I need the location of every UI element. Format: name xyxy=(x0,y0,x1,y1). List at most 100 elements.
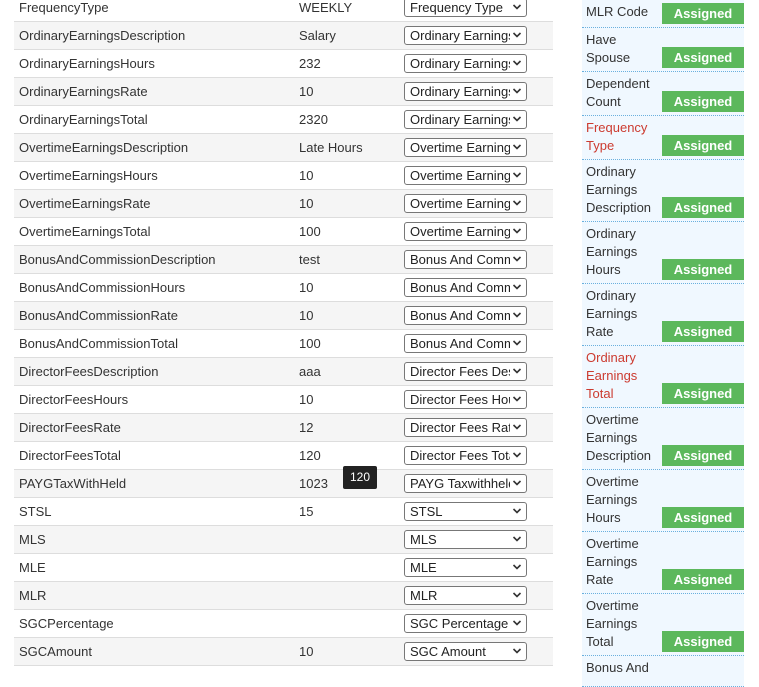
mapping-select[interactable]: Bonus And Commission Total xyxy=(404,334,527,353)
status-label: MLR Code xyxy=(586,4,649,19)
status-label: Ordinary Earnings Rate xyxy=(586,288,638,339)
status-label: Ordinary Earnings Total xyxy=(586,350,638,401)
mapping-select-value: Ordinary Earnings Description xyxy=(410,28,510,43)
assigned-badge: Assigned xyxy=(662,321,744,342)
field-value: 120 xyxy=(299,448,321,463)
chevron-down-icon xyxy=(512,172,522,178)
table-row: BonusAndCommissionHours 10 Bonus And Commi… xyxy=(14,274,553,302)
field-name: BonusAndCommissionHours xyxy=(19,280,186,295)
assigned-badge: Assigned xyxy=(662,3,744,24)
status-label: Have Spouse xyxy=(586,32,631,65)
chevron-down-icon xyxy=(512,256,522,262)
mapping-select[interactable]: Overtime Earnings Hours xyxy=(404,166,527,185)
chevron-down-icon xyxy=(512,620,522,626)
mapping-select[interactable]: MLS xyxy=(404,530,527,549)
status-item: Bonus And xyxy=(582,656,744,687)
field-value: Late Hours xyxy=(299,140,363,155)
field-value: 10 xyxy=(299,168,314,183)
mapping-select-value: Director Fees Hours xyxy=(410,392,510,407)
field-value: 232 xyxy=(299,56,321,71)
chevron-down-icon xyxy=(512,648,522,654)
status-item: Ordinary Earnings Description Assigned xyxy=(582,160,744,222)
status-label: Frequency Type xyxy=(586,120,648,153)
field-name: DirectorFeesTotal xyxy=(19,448,121,463)
mapping-select-value: Ordinary Earnings Total xyxy=(410,112,510,127)
chevron-down-icon xyxy=(512,480,522,486)
field-name: OvertimeEarningsHours xyxy=(19,168,158,183)
status-label: Overtime Earnings Description xyxy=(586,412,652,463)
chevron-down-icon xyxy=(512,396,522,402)
table-row: OvertimeEarningsTotal 100 Overtime Earning… xyxy=(14,218,553,246)
field-name: OrdinaryEarningsRate xyxy=(19,84,148,99)
mapping-select[interactable]: Ordinary Earnings Hours xyxy=(404,54,527,73)
status-label: Overtime Earnings Total xyxy=(586,598,639,649)
chevron-down-icon xyxy=(512,116,522,122)
status-label: Ordinary Earnings Description xyxy=(586,164,652,215)
chevron-down-icon xyxy=(512,368,522,374)
mapping-select[interactable]: MLR xyxy=(404,586,527,605)
field-value: aaa xyxy=(299,364,321,379)
status-label: Dependent Count xyxy=(586,76,650,109)
field-name: STSL xyxy=(19,504,52,519)
chevron-down-icon xyxy=(512,60,522,66)
mapping-select[interactable]: SGC Amount xyxy=(404,642,527,661)
mapping-select-value: Ordinary Earnings Hours xyxy=(410,56,510,71)
mapping-select[interactable]: Director Fees Rate xyxy=(404,418,527,437)
mapping-select[interactable]: Frequency Type xyxy=(404,0,527,17)
mapping-select[interactable]: Director Fees Description xyxy=(404,362,527,381)
field-value: test xyxy=(299,252,320,267)
mapping-select[interactable]: Bonus And Commission Hours xyxy=(404,278,527,297)
field-value: 10 xyxy=(299,280,314,295)
mapping-select[interactable]: Director Fees Total xyxy=(404,446,527,465)
mapping-select[interactable]: MLE xyxy=(404,558,527,577)
chevron-down-icon xyxy=(512,452,522,458)
chevron-down-icon xyxy=(512,592,522,598)
status-item: Ordinary Earnings Hours Assigned xyxy=(582,222,744,284)
field-name: BonusAndCommissionTotal xyxy=(19,336,178,351)
field-name: SGCPercentage xyxy=(19,616,114,631)
mapping-select[interactable]: Director Fees Hours xyxy=(404,390,527,409)
field-name: MLE xyxy=(19,560,46,575)
table-row: MLE MLE xyxy=(14,554,553,582)
field-name: MLR xyxy=(19,588,47,603)
mapping-select[interactable]: Bonus And Commission Description xyxy=(404,250,527,269)
assigned-badge: Assigned xyxy=(662,47,744,68)
mapping-select-value: Bonus And Commission Description xyxy=(410,252,510,267)
chevron-down-icon xyxy=(512,312,522,318)
chevron-down-icon xyxy=(512,4,522,10)
mapping-select[interactable]: STSL xyxy=(404,502,527,521)
field-name: OvertimeEarningsTotal xyxy=(19,224,151,239)
assigned-badge: Assigned xyxy=(662,135,744,156)
mapping-select[interactable]: Ordinary Earnings Total xyxy=(404,110,527,129)
chevron-down-icon xyxy=(512,32,522,38)
field-value: 10 xyxy=(299,392,314,407)
status-label: Bonus And xyxy=(586,660,649,675)
assigned-badge: Assigned xyxy=(662,383,744,404)
chevron-down-icon xyxy=(512,284,522,290)
mapping-select[interactable]: Ordinary Earnings Rate xyxy=(404,82,527,101)
table-row: OrdinaryEarningsHours 232 Ordinary Earning… xyxy=(14,50,553,78)
field-name: OrdinaryEarningsTotal xyxy=(19,112,148,127)
status-item: Ordinary Earnings Total Assigned xyxy=(582,346,744,408)
table-row: OrdinaryEarningsDescription Salary Ordinar… xyxy=(14,22,553,50)
mapping-select-value: Director Fees Total xyxy=(410,448,510,463)
mapping-select[interactable]: Overtime Earnings Rate xyxy=(404,194,527,213)
mapping-select[interactable]: Ordinary Earnings Description xyxy=(404,26,527,45)
assigned-badge: Assigned xyxy=(662,631,744,652)
field-name: MLS xyxy=(19,532,46,547)
value-tooltip: 120 xyxy=(343,466,377,489)
mapping-select[interactable]: SGC Percentage xyxy=(404,614,527,633)
field-value: Salary xyxy=(299,28,336,43)
mapping-select-value: Bonus And Commission Hours xyxy=(410,280,510,295)
status-item: Overtime Earnings Total Assigned xyxy=(582,594,744,656)
mapping-select-value: PAYG Taxwithheld xyxy=(410,476,510,491)
field-name: DirectorFeesRate xyxy=(19,420,121,435)
table-row: DirectorFeesTotal 120 Director Fees Total xyxy=(14,442,553,470)
chevron-down-icon xyxy=(512,508,522,514)
mapping-select[interactable]: Overtime Earnings Total xyxy=(404,222,527,241)
mapping-select-value: Bonus And Commission Rate xyxy=(410,308,510,323)
mapping-select[interactable]: Overtime Earnings Description xyxy=(404,138,527,157)
table-row: PAYGTaxWithHeld 1023 PAYG Taxwithheld xyxy=(14,470,553,498)
mapping-select[interactable]: PAYG Taxwithheld xyxy=(404,474,527,493)
mapping-select[interactable]: Bonus And Commission Rate xyxy=(404,306,527,325)
